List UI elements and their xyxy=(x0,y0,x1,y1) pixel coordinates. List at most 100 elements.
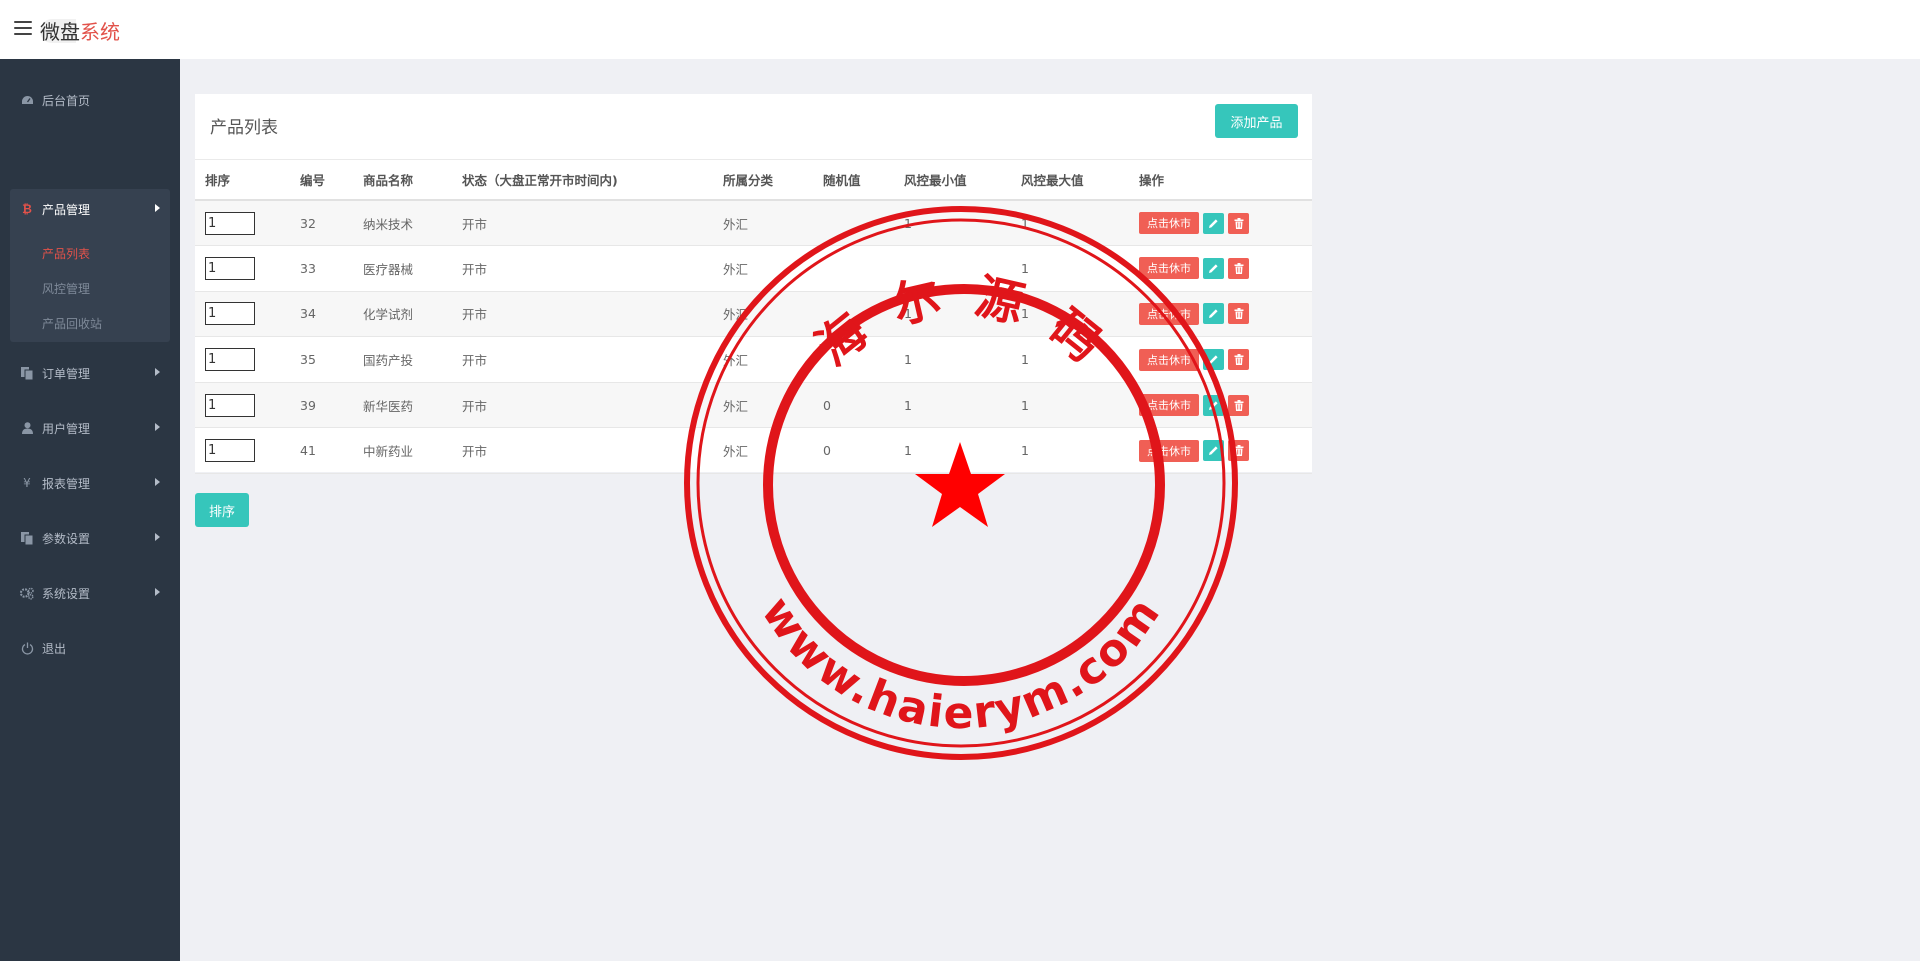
random-cell xyxy=(813,291,894,338)
delete-button[interactable] xyxy=(1228,440,1249,462)
risk-min-cell: 1 xyxy=(894,336,1011,383)
delete-button[interactable] xyxy=(1228,257,1249,279)
hamburger-icon[interactable] xyxy=(14,21,32,35)
top-header: 微盘系统 xyxy=(0,0,1920,59)
edit-button[interactable] xyxy=(1203,440,1224,462)
risk-min-cell xyxy=(894,245,1011,292)
sidebar-item-params[interactable]: 参数设置 xyxy=(0,518,180,558)
sort-order-input[interactable] xyxy=(205,302,255,326)
category-cell: 外汇 xyxy=(713,200,813,247)
copy-icon xyxy=(20,531,34,545)
column-header[interactable]: 商品名称 xyxy=(353,160,452,201)
edit-button[interactable] xyxy=(1203,394,1224,416)
status-cell: 开市 xyxy=(452,291,713,338)
close-market-button[interactable]: 点击休市 xyxy=(1139,302,1199,325)
risk-min-cell: 1 xyxy=(894,382,1011,429)
power-icon xyxy=(20,641,34,655)
trash-icon xyxy=(1234,354,1243,366)
name-cell: 医疗器械 xyxy=(353,245,452,292)
sidebar-subitem-recycle-bin[interactable]: 产品回收站 xyxy=(42,315,102,332)
close-market-button[interactable]: 点击休市 xyxy=(1139,348,1199,371)
name-cell: 纳米技术 xyxy=(353,200,452,247)
id-cell: 32 xyxy=(290,200,353,247)
trash-icon xyxy=(1234,217,1243,229)
table-row: 34化学试剂开市外汇 11 点击休市 xyxy=(195,291,1312,338)
column-header[interactable]: 所属分类 xyxy=(713,160,813,201)
sidebar-item-logout[interactable]: 退出 xyxy=(0,628,180,668)
table-row: 32纳米技术开市外汇 11 点击休市 xyxy=(195,200,1312,247)
close-market-button[interactable]: 点击休市 xyxy=(1139,212,1199,235)
edit-button[interactable] xyxy=(1203,303,1224,325)
chevron-right-icon xyxy=(155,204,160,212)
name-cell: 化学试剂 xyxy=(353,291,452,338)
close-market-button[interactable]: 点击休市 xyxy=(1139,439,1199,462)
delete-button[interactable] xyxy=(1228,303,1249,325)
sidebar-group-products: ₿ 产品管理 产品列表 风控管理 产品回收站 xyxy=(10,189,170,342)
sidebar-subitem-product-list[interactable]: 产品列表 xyxy=(42,245,90,262)
actions-cell: 点击休市 xyxy=(1129,291,1312,338)
column-header: 操作 xyxy=(1129,160,1312,201)
sort-cell xyxy=(195,382,290,429)
edit-button[interactable] xyxy=(1203,257,1224,279)
sort-order-input[interactable] xyxy=(205,211,255,235)
sort-cell xyxy=(195,336,290,383)
pencil-icon xyxy=(1209,309,1218,319)
category-cell: 外汇 xyxy=(713,291,813,338)
sort-order-input[interactable] xyxy=(205,439,255,463)
close-market-button[interactable]: 点击休市 xyxy=(1139,257,1199,280)
sort-cell xyxy=(195,200,290,247)
status-cell: 开市 xyxy=(452,336,713,383)
sort-button[interactable]: 排序 xyxy=(195,493,249,527)
status-cell: 开市 xyxy=(452,427,713,475)
category-cell: 外汇 xyxy=(713,382,813,429)
sort-order-input[interactable] xyxy=(205,256,255,280)
page-title: 产品列表 xyxy=(210,118,278,138)
sidebar-subitem-risk-control[interactable]: 风控管理 xyxy=(42,280,90,297)
delete-button[interactable] xyxy=(1228,212,1249,234)
risk-max-cell: 1 xyxy=(1011,245,1129,292)
random-cell: 0 xyxy=(813,427,894,475)
column-header[interactable]: 随机值 xyxy=(813,160,894,201)
column-header[interactable]: 编号 xyxy=(290,160,353,201)
column-header[interactable]: 风控最大值 xyxy=(1011,160,1129,201)
column-header[interactable]: 状态（大盘正常开市时间内) xyxy=(452,160,713,201)
sort-order-input[interactable] xyxy=(205,348,255,372)
edit-button[interactable] xyxy=(1203,349,1224,371)
delete-button[interactable] xyxy=(1228,349,1249,371)
sidebar-item-label: 产品管理 xyxy=(42,202,91,217)
sidebar-item-label: 用户管理 xyxy=(42,421,91,436)
actions-cell: 点击休市 xyxy=(1129,427,1312,475)
sidebar-item-products[interactable]: ₿ 产品管理 xyxy=(10,189,170,229)
sort-cell xyxy=(195,427,290,475)
yen-icon: ¥ xyxy=(23,476,31,490)
sidebar-item-system[interactable]: 系统设置 xyxy=(0,573,180,613)
sidebar-item-dashboard[interactable]: 后台首页 xyxy=(0,80,180,120)
dashboard-icon xyxy=(20,93,34,107)
chevron-right-icon xyxy=(155,368,160,376)
column-header[interactable]: 排序 xyxy=(195,160,290,201)
column-header[interactable]: 风控最小值 xyxy=(894,160,1011,201)
random-cell xyxy=(813,336,894,383)
risk-max-cell: 1 xyxy=(1011,200,1129,247)
sidebar: 后台首页 ₿ 产品管理 产品列表 风控管理 产品回收站 订单管理 用户管理 ¥ … xyxy=(0,59,180,961)
sort-cell xyxy=(195,291,290,338)
category-cell: 外汇 xyxy=(713,336,813,383)
chevron-right-icon xyxy=(155,478,160,486)
edit-button[interactable] xyxy=(1203,212,1224,234)
pencil-icon xyxy=(1209,355,1218,365)
sidebar-item-label: 订单管理 xyxy=(42,366,91,381)
status-cell: 开市 xyxy=(452,245,713,292)
sort-order-input[interactable] xyxy=(205,393,255,417)
add-product-button[interactable]: 添加产品 xyxy=(1215,104,1298,138)
bitcoin-icon: ₿ xyxy=(22,202,32,216)
sidebar-item-orders[interactable]: 订单管理 xyxy=(0,353,180,393)
id-cell: 39 xyxy=(290,382,353,429)
close-market-button[interactable]: 点击休市 xyxy=(1139,394,1199,417)
delete-button[interactable] xyxy=(1228,394,1249,416)
pencil-icon xyxy=(1209,446,1218,456)
table-row: 35国药产投开市外汇 11 点击休市 xyxy=(195,336,1312,383)
brand-logo[interactable]: 微盘系统 xyxy=(40,15,120,45)
sidebar-item-users[interactable]: 用户管理 xyxy=(0,408,180,448)
sidebar-item-reports[interactable]: ¥ 报表管理 xyxy=(0,463,180,503)
risk-max-cell: 1 xyxy=(1011,382,1129,429)
